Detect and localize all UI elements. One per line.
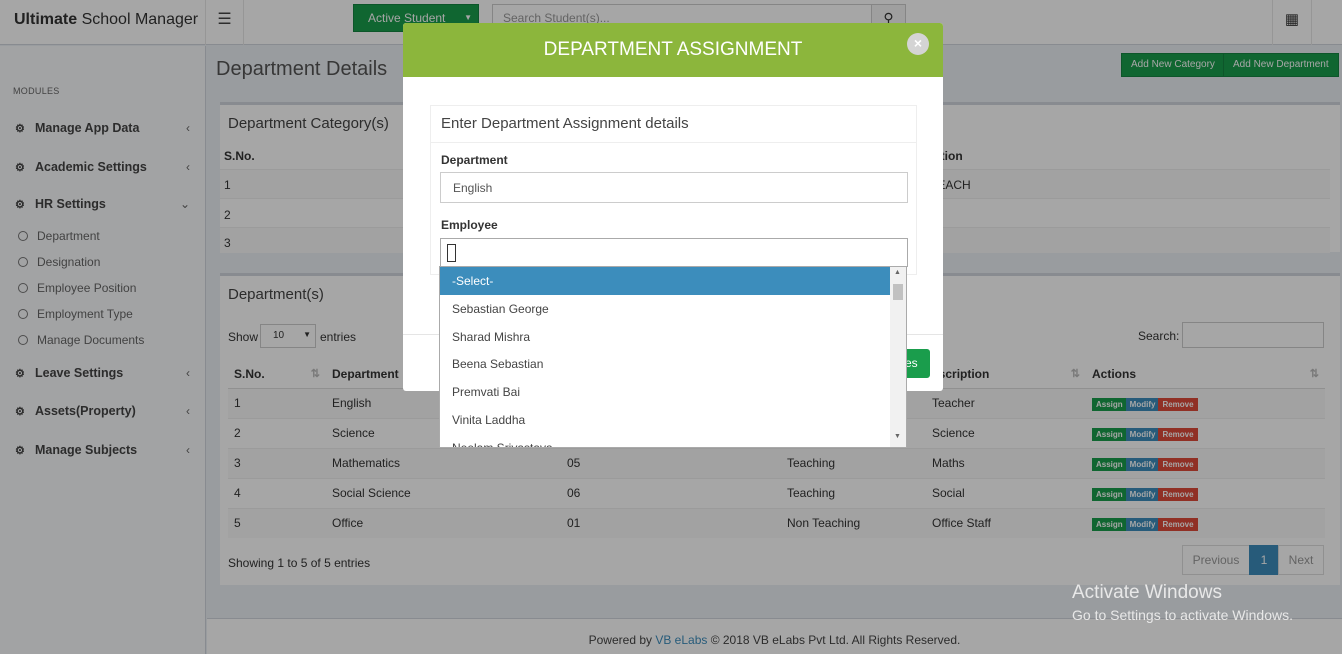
department-label: Department: [441, 153, 508, 167]
scroll-thumb[interactable]: [893, 284, 903, 300]
text-cursor: [447, 244, 456, 262]
dropdown-scrollbar[interactable]: ▲ ▼: [890, 267, 906, 447]
scroll-up-icon[interactable]: ▲: [894, 269, 901, 276]
department-field[interactable]: English: [440, 172, 908, 203]
modal-header: DEPARTMENT ASSIGNMENT ×: [403, 23, 943, 77]
dropdown-option[interactable]: Sebastian George: [440, 295, 890, 323]
dropdown-option[interactable]: Sharad Mishra: [440, 323, 890, 351]
modal-title: DEPARTMENT ASSIGNMENT: [543, 39, 803, 60]
dropdown-option[interactable]: Vinita Laddha: [440, 406, 890, 434]
activate-windows-watermark: Activate Windows Go to Settings to activ…: [1072, 582, 1293, 623]
employee-label: Employee: [441, 218, 498, 232]
divider: [431, 142, 916, 143]
scroll-down-icon[interactable]: ▼: [894, 433, 901, 440]
panel-heading: Enter Department Assignment details: [441, 115, 689, 132]
close-icon[interactable]: ×: [907, 33, 929, 55]
employee-search-input[interactable]: [440, 238, 908, 267]
dropdown-option[interactable]: -Select-: [440, 267, 890, 295]
dropdown-option[interactable]: Beena Sebastian: [440, 350, 890, 378]
assignment-panel: Enter Department Assignment details Depa…: [430, 105, 917, 275]
dropdown-option[interactable]: Neelam Srivastava: [440, 434, 890, 447]
dropdown-option[interactable]: Premvati Bai: [440, 378, 890, 406]
employee-dropdown-list[interactable]: -Select- Sebastian George Sharad Mishra …: [439, 266, 907, 448]
